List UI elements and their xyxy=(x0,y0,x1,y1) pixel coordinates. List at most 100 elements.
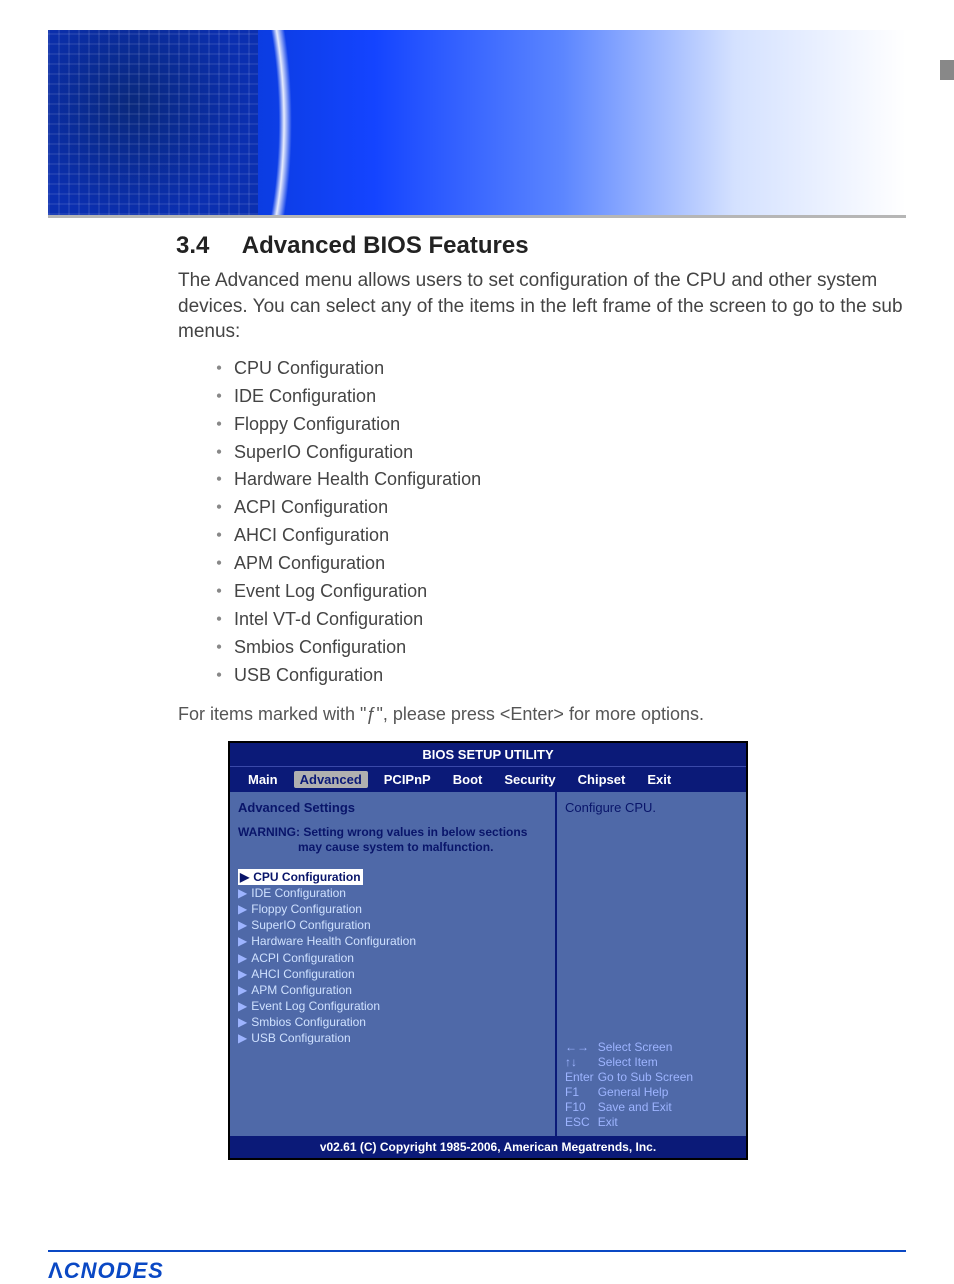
config-list-item: •IDE Configuration xyxy=(204,383,906,411)
bios-menu-item[interactable]: ▶ ACPI Configuration xyxy=(238,950,547,966)
config-list-label: Floppy Configuration xyxy=(234,414,400,434)
triangle-icon: ▶ xyxy=(238,886,247,900)
bios-key: Enter xyxy=(565,1070,598,1085)
bios-key: F10 xyxy=(565,1100,598,1115)
bios-warning: WARNING: Setting wrong values in below s… xyxy=(238,825,547,855)
bullet-icon: • xyxy=(204,634,234,662)
config-list-item: •ACPI Configuration xyxy=(204,494,906,522)
bios-menu-label: Hardware Health Configuration xyxy=(251,934,416,948)
triangle-icon: ▶ xyxy=(238,999,247,1013)
banner-swoosh xyxy=(128,30,428,215)
bios-tabs: Main Advanced PCIPnP Boot Security Chipset Exi… xyxy=(230,766,746,792)
config-list-label: AHCI Configuration xyxy=(234,525,389,545)
config-list-label: CPU Configuration xyxy=(234,358,384,378)
bios-key-row: EnterGo to Sub Screen xyxy=(565,1070,697,1085)
bios-menu-item[interactable]: ▶SuperIO Configuration xyxy=(238,917,547,933)
bios-warning-line1: WARNING: Setting wrong values in below s… xyxy=(238,825,527,839)
bios-tab-chipset[interactable]: Chipset xyxy=(572,771,632,788)
bios-key: ←→ xyxy=(565,1040,598,1055)
config-list-item: •Hardware Health Configuration xyxy=(204,466,906,494)
bios-screenshot: BIOS SETUP UTILITY Main Advanced PCIPnP Boo… xyxy=(228,741,748,1160)
triangle-icon: ▶ xyxy=(238,967,247,981)
bullet-icon: • xyxy=(204,355,234,383)
bullet-icon: • xyxy=(204,550,234,578)
bullet-icon: • xyxy=(204,522,234,550)
bios-menu-item[interactable]: ▶ Floppy Configuration xyxy=(238,901,547,917)
bios-key-legend: ←→Select Screen↑↓Select ItemEnterGo to S… xyxy=(565,1040,697,1130)
config-list-item: •SuperIO Configuration xyxy=(204,439,906,467)
bios-menu-label: AHCI Configuration xyxy=(251,967,354,981)
bios-warning-line2: may cause system to malfunction. xyxy=(238,840,547,855)
logo-caret-icon: Λ xyxy=(48,1258,64,1283)
bullet-icon: • xyxy=(204,662,234,690)
brand-logo: ΛCNODES xyxy=(48,1258,164,1283)
triangle-icon: ▶ xyxy=(238,902,247,916)
bios-menu-item[interactable]: ▶APM Configuration xyxy=(238,982,547,998)
bios-menu-item[interactable]: ▶Event Log Configuration xyxy=(238,998,547,1014)
scrollbar-stub xyxy=(940,60,954,80)
bullet-icon: • xyxy=(204,383,234,411)
config-list: •CPU Configuration•IDE Configuration•Flo… xyxy=(178,355,906,690)
bios-menu-item[interactable]: ▶ Hardware Health Configuration xyxy=(238,933,547,949)
bios-heading: Advanced Settings xyxy=(238,800,547,815)
config-list-item: •CPU Configuration xyxy=(204,355,906,383)
bios-key: ↑↓ xyxy=(565,1055,598,1070)
config-list-label: Smbios Configuration xyxy=(234,637,406,657)
config-list-item: •Smbios Configuration xyxy=(204,634,906,662)
bios-help-text: Configure CPU. xyxy=(565,800,740,815)
intro-paragraph: The Advanced menu allows users to set co… xyxy=(178,268,906,345)
triangle-icon: ▶ xyxy=(238,1015,247,1029)
bios-menu-label: ACPI Configuration xyxy=(251,951,354,965)
triangle-icon: ▶ xyxy=(238,951,247,965)
config-list-label: Hardware Health Configuration xyxy=(234,469,481,489)
bios-tab-advanced[interactable]: Advanced xyxy=(294,771,368,788)
note-paragraph: For items marked with "ƒ", please press … xyxy=(178,704,906,725)
triangle-icon: ▶ xyxy=(240,870,249,884)
bios-title: BIOS SETUP UTILITY xyxy=(230,743,746,766)
bios-menu-item[interactable]: ▶ AHCI Configuration xyxy=(238,966,547,982)
page-footer: ΛCNODES xyxy=(48,1250,906,1284)
bios-key: ESC xyxy=(565,1115,598,1130)
bios-key-desc: General Help xyxy=(598,1085,697,1100)
bios-left-pane: Advanced Settings WARNING: Setting wrong… xyxy=(230,792,557,1136)
bullet-icon: • xyxy=(204,578,234,606)
bios-menu-label: USB Configuration xyxy=(251,1031,350,1045)
bios-key: F1 xyxy=(565,1085,598,1100)
bios-menu-item[interactable]: ▶IDE Configuration xyxy=(238,885,547,901)
bullet-icon: • xyxy=(204,439,234,467)
config-list-item: •AHCI Configuration xyxy=(204,522,906,550)
triangle-icon: ▶ xyxy=(238,934,247,948)
bios-key-desc: Select Item xyxy=(598,1055,697,1070)
bios-tab-boot[interactable]: Boot xyxy=(447,771,489,788)
bios-menu-label: APM Configuration xyxy=(251,983,352,997)
bios-menu-item[interactable]: ▶ USB Configuration xyxy=(238,1030,547,1046)
bios-footer: v02.61 (C) Copyright 1985-2006, American… xyxy=(230,1136,746,1158)
triangle-icon: ▶ xyxy=(238,1031,247,1045)
bios-tab-exit[interactable]: Exit xyxy=(641,771,677,788)
bios-menu-label: Floppy Configuration xyxy=(251,902,362,916)
bios-key-row: F1General Help xyxy=(565,1085,697,1100)
bios-tab-security[interactable]: Security xyxy=(498,771,561,788)
config-list-label: ACPI Configuration xyxy=(234,497,388,517)
bios-menu-item[interactable]: ▶ CPU Configuration xyxy=(238,869,363,885)
config-list-item: •USB Configuration xyxy=(204,662,906,690)
section-heading: 3.4 Advanced BIOS Features xyxy=(176,232,906,260)
bios-tab-main[interactable]: Main xyxy=(242,771,284,788)
bios-key-desc: Go to Sub Screen xyxy=(598,1070,697,1085)
bios-key-row: ←→Select Screen xyxy=(565,1040,697,1055)
bios-menu-label: SuperIO Configuration xyxy=(251,918,370,932)
bios-key-desc: Save and Exit xyxy=(598,1100,697,1115)
config-list-label: IDE Configuration xyxy=(234,386,376,406)
config-list-label: Intel VT-d Configuration xyxy=(234,609,423,629)
bullet-icon: • xyxy=(204,466,234,494)
bios-menu-item[interactable]: ▶Smbios Configuration xyxy=(238,1014,547,1030)
config-list-label: USB Configuration xyxy=(234,665,383,685)
bios-menu-label: CPU Configuration xyxy=(253,870,360,884)
bullet-icon: • xyxy=(204,411,234,439)
bios-key-desc: Select Screen xyxy=(598,1040,697,1055)
bios-tab-pcipnp[interactable]: PCIPnP xyxy=(378,771,437,788)
bios-key-row: ↑↓Select Item xyxy=(565,1055,697,1070)
bios-right-pane: Configure CPU. ←→Select Screen↑↓Select I… xyxy=(557,792,746,1136)
config-list-item: •Event Log Configuration xyxy=(204,578,906,606)
bios-menu: ▶CPU Configuration▶IDE Configuration▶Flo… xyxy=(238,869,547,1047)
